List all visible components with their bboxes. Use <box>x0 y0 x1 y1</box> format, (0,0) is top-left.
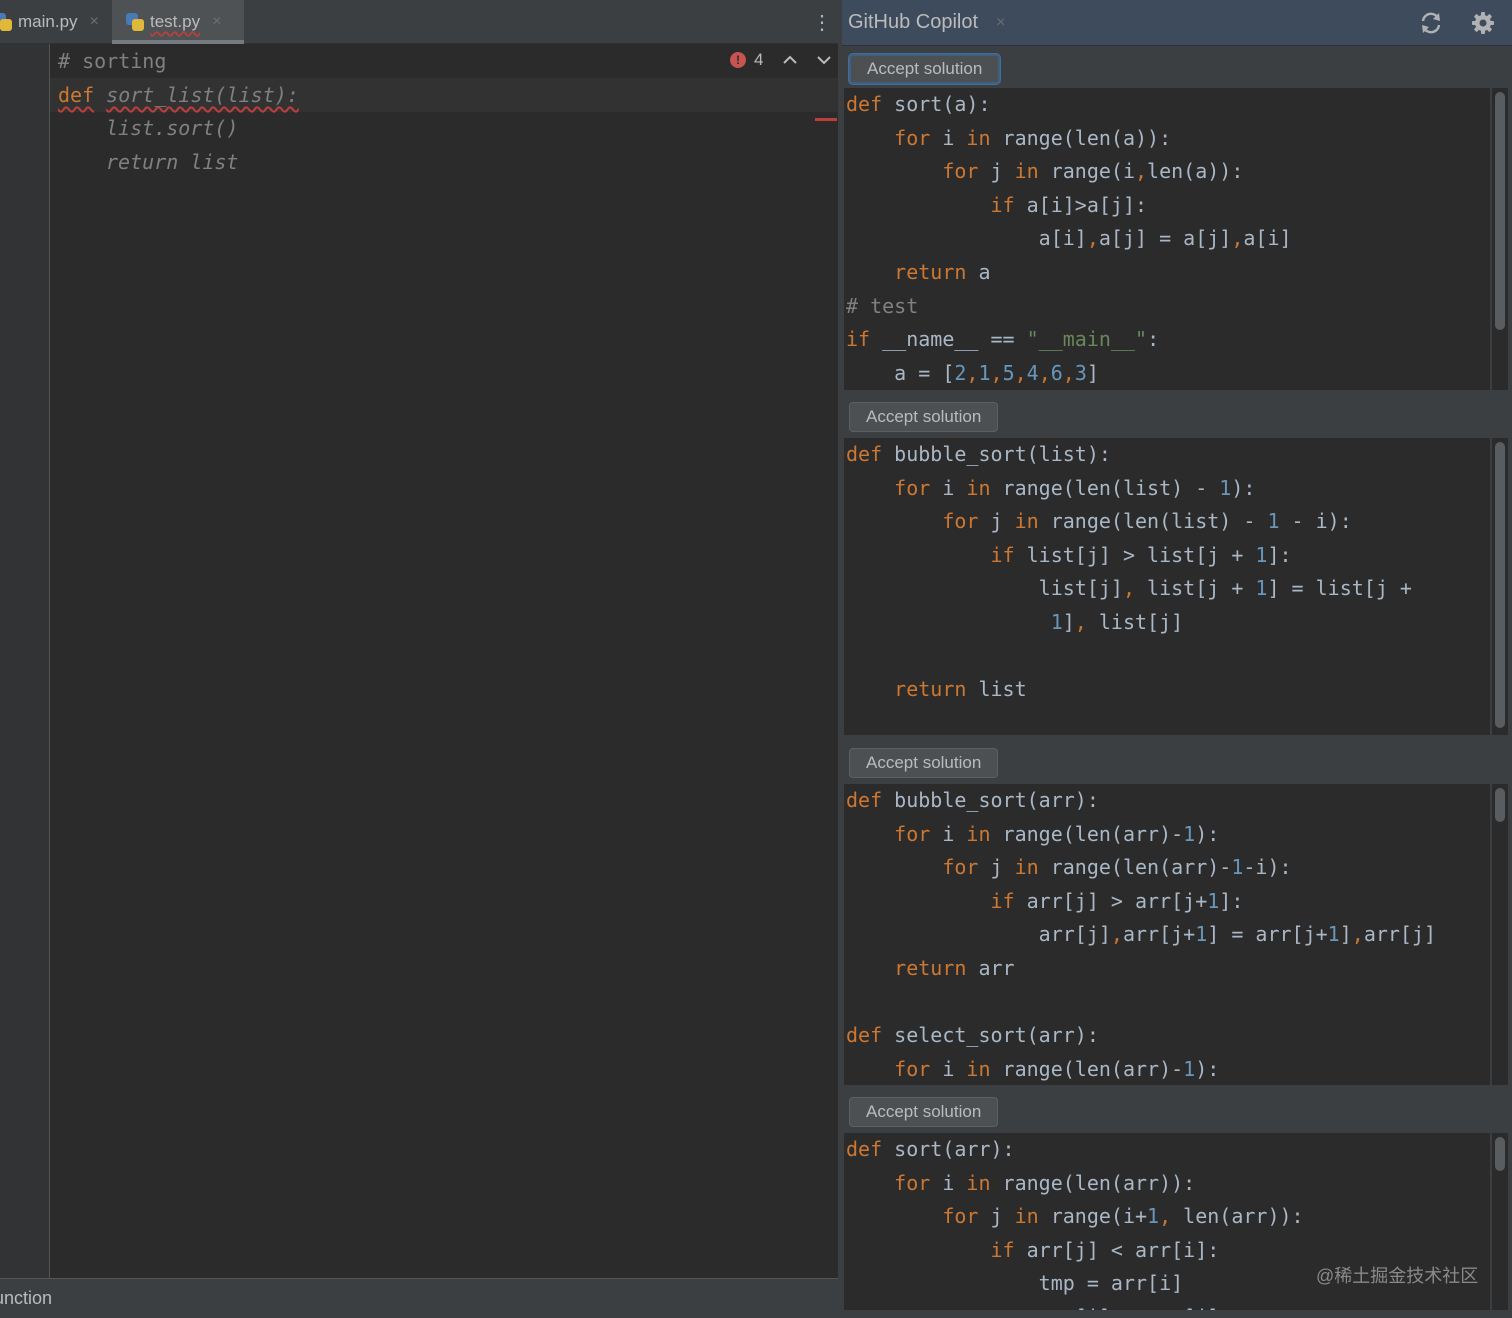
python-file-icon <box>0 13 12 31</box>
code-line-1: # sorting <box>58 49 167 73</box>
status-bar: unction <box>0 1278 838 1318</box>
tab-label: test.py <box>150 12 201 31</box>
line-gutter <box>0 44 50 1278</box>
scrollbar-thumb[interactable] <box>1495 442 1505 728</box>
accept-solution-button[interactable]: Accept solution <box>849 748 999 778</box>
accept-solution-button[interactable]: Accept solution <box>849 1097 999 1127</box>
scrollbar-thumb[interactable] <box>1495 92 1505 330</box>
copilot-panel: GitHub Copilot × Accept solution def sor… <box>842 0 1512 1318</box>
inspection-widget[interactable]: ! 4 <box>730 50 832 70</box>
def-keyword: def <box>58 83 95 107</box>
more-options-icon[interactable]: ⋮ <box>812 10 832 35</box>
tab-label: main.py <box>18 12 78 31</box>
close-icon[interactable]: × <box>90 13 99 31</box>
accept-solution-button[interactable]: Accept solution <box>849 54 1001 84</box>
solution-3-header: Accept solution <box>842 740 1512 786</box>
close-icon[interactable]: × <box>212 13 221 31</box>
gear-icon[interactable] <box>1470 10 1496 36</box>
copilot-header: GitHub Copilot × <box>842 0 1512 46</box>
python-file-icon <box>126 13 144 31</box>
solution-code-text: def bubble_sort(list): for i in range(le… <box>846 442 1412 702</box>
scrollbar[interactable] <box>1492 88 1508 390</box>
scrollbar-thumb[interactable] <box>1495 1137 1505 1171</box>
chevron-up-icon[interactable] <box>783 55 798 65</box>
solution-1-code: def sort(a): for i in range(len(a)): for… <box>844 88 1490 390</box>
scrollbar[interactable] <box>1492 784 1508 1085</box>
panel-title: GitHub Copilot <box>848 11 979 33</box>
solution-2-code: def bubble_sort(list): for i in range(le… <box>844 438 1490 735</box>
solution-3-code: def bubble_sort(arr): for i in range(len… <box>844 784 1490 1085</box>
tab-main-py[interactable]: main.py × <box>0 0 99 44</box>
scrollbar[interactable] <box>1492 438 1508 735</box>
ghost-suggestion-line-1: list.sort() <box>106 116 239 140</box>
error-icon: ! <box>730 52 746 68</box>
code-editor[interactable]: main.py × test.py × ⋮ # sorting def sort… <box>0 0 838 1318</box>
close-icon[interactable]: × <box>996 14 1005 32</box>
code-line-2: def sort_list(list): <box>58 78 299 112</box>
solution-code-text: def sort(arr): for i in range(len(arr)):… <box>846 1137 1304 1310</box>
editor-tab-bar: main.py × test.py × ⋮ <box>0 0 838 44</box>
status-text: unction <box>0 1288 53 1308</box>
tab-test-py[interactable]: test.py × <box>112 0 244 44</box>
error-stripe-marker[interactable] <box>815 118 837 121</box>
solution-code-text: def sort(a): for i in range(len(a)): for… <box>846 92 1292 385</box>
function-signature: sort_list(list): <box>106 83 299 107</box>
watermark: @稀土掘金技术社区 <box>1316 1266 1479 1286</box>
refresh-icon[interactable] <box>1418 10 1444 36</box>
error-count: 4 <box>754 50 764 69</box>
ghost-suggestion-line-2: return list <box>106 150 239 174</box>
accept-solution-button[interactable]: Accept solution <box>849 402 999 432</box>
scrollbar-thumb[interactable] <box>1495 788 1505 822</box>
solution-code-text: def bubble_sort(arr): for i in range(len… <box>846 788 1437 1081</box>
solution-1-header: Accept solution <box>842 46 1512 92</box>
scrollbar[interactable] <box>1492 1133 1508 1310</box>
solution-2-header: Accept solution <box>842 394 1512 440</box>
chevron-down-icon[interactable] <box>817 55 832 65</box>
solution-4-header: Accept solution <box>842 1089 1512 1135</box>
